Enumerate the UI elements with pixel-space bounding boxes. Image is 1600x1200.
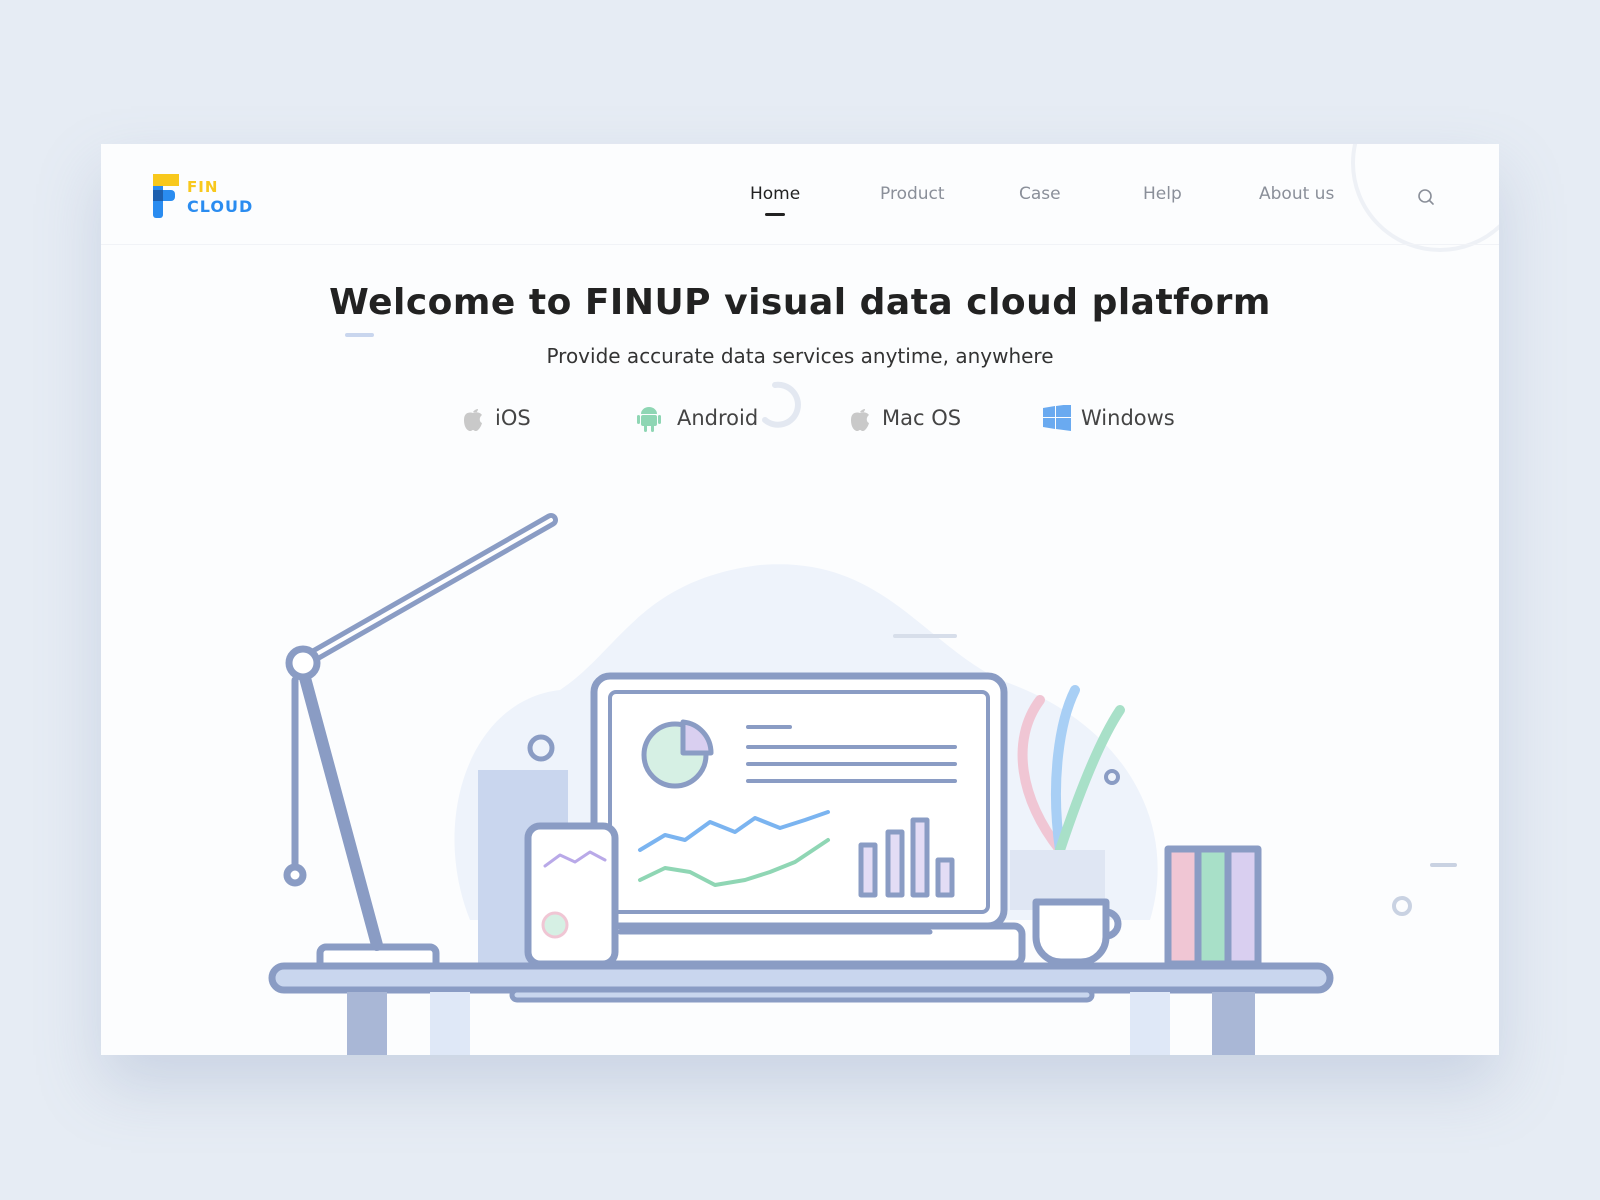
landing-card: FIN CLOUD Home Product Case Help About u… (101, 144, 1499, 1055)
desk-illustration (268, 333, 1457, 1055)
